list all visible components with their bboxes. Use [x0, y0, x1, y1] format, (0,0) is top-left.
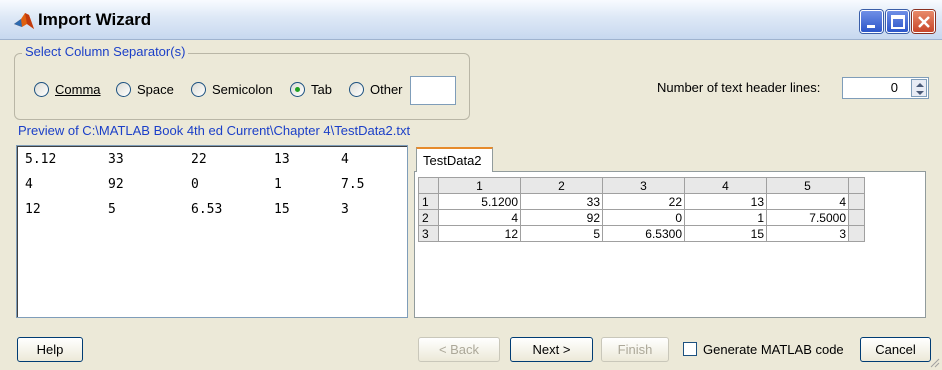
other-separator-input[interactable] — [410, 76, 456, 105]
preview-cell: 6.53 — [191, 202, 223, 217]
maximize-icon — [891, 15, 905, 29]
resize-grip-icon[interactable] — [928, 356, 940, 368]
table-corner — [418, 177, 439, 194]
next-button[interactable]: Next > — [510, 337, 593, 362]
preview-cell: 7.5 — [341, 177, 365, 192]
row-filler — [848, 193, 865, 210]
matlab-logo-icon — [14, 13, 34, 29]
table-cell[interactable]: 0 — [602, 209, 685, 226]
table-cell[interactable]: 4 — [438, 209, 521, 226]
generate-code-checkbox[interactable]: Generate MATLAB code — [683, 340, 844, 358]
radio-tab-label: Tab — [311, 81, 332, 97]
column-header[interactable]: 4 — [684, 177, 767, 194]
header-lines-label: Number of text header lines: — [657, 80, 821, 95]
checkbox-icon — [683, 342, 697, 356]
radio-other-label: Other — [370, 81, 403, 97]
close-button[interactable] — [912, 10, 935, 33]
table-cell[interactable]: 12 — [438, 225, 521, 242]
help-button[interactable]: Help — [17, 337, 83, 362]
finish-button[interactable]: Finish — [601, 337, 669, 362]
tab-testdata2[interactable]: TestData2 — [416, 147, 493, 172]
table-cell[interactable]: 15 — [684, 225, 767, 242]
table-cell[interactable]: 22 — [602, 193, 685, 210]
table-cell[interactable]: 33 — [520, 193, 603, 210]
row-filler — [848, 225, 865, 242]
preview-cell: 0 — [191, 177, 199, 192]
preview-cell: 5 — [108, 202, 116, 217]
column-header[interactable]: 2 — [520, 177, 603, 194]
maximize-button[interactable] — [886, 10, 909, 33]
radio-comma-label: Comma — [55, 81, 101, 97]
window-title: Import Wizard — [38, 10, 152, 29]
import-wizard-window: Import Wizard Select Column Separator(s)… — [0, 0, 942, 370]
preview-cell: 4 — [341, 152, 349, 167]
spinner-arrows-icon — [916, 83, 924, 95]
generate-code-label: Generate MATLAB code — [703, 341, 844, 357]
preview-cell: 13 — [274, 152, 290, 167]
table-row: 2 4 92 0 1 7.5000 — [418, 209, 865, 226]
row-header[interactable]: 3 — [418, 225, 439, 242]
separator-group-legend: Select Column Separator(s) — [22, 44, 189, 59]
row-header[interactable]: 2 — [418, 209, 439, 226]
table-cell[interactable]: 3 — [766, 225, 849, 242]
radio-space[interactable]: Space — [116, 79, 174, 99]
preview-cell: 4 — [25, 177, 33, 192]
spinner-arrows[interactable] — [911, 79, 927, 97]
cancel-button[interactable]: Cancel — [860, 337, 931, 362]
preview-cell: 5.12 — [25, 152, 57, 167]
preview-cell: 92 — [108, 177, 124, 192]
radio-comma[interactable]: Comma — [34, 79, 101, 99]
radio-other[interactable]: Other — [349, 79, 403, 99]
row-header[interactable]: 1 — [418, 193, 439, 210]
minimize-button[interactable] — [860, 10, 883, 33]
row-filler — [848, 209, 865, 226]
radio-selected-icon — [290, 81, 305, 97]
radio-circle-icon — [349, 81, 364, 97]
table-cell[interactable]: 13 — [684, 193, 767, 210]
radio-tab[interactable]: Tab — [290, 79, 332, 99]
preview-cell: 3 — [341, 202, 349, 217]
table-cell[interactable]: 7.5000 — [766, 209, 849, 226]
data-table[interactable]: 1 2 3 4 5 1 5.1200 33 22 13 4 2 4 92 0 1… — [418, 177, 865, 242]
table-cell[interactable]: 92 — [520, 209, 603, 226]
preview-cell: 33 — [108, 152, 124, 167]
minimize-icon — [867, 25, 875, 28]
table-cell[interactable]: 1 — [684, 209, 767, 226]
table-cell[interactable]: 6.5300 — [602, 225, 685, 242]
preview-cell: 15 — [274, 202, 290, 217]
table-row: 3 12 5 6.5300 15 3 — [418, 225, 865, 242]
radio-semicolon[interactable]: Semicolon — [191, 79, 273, 99]
table-header-row: 1 2 3 4 5 — [418, 177, 865, 194]
radio-semicolon-label: Semicolon — [212, 81, 273, 97]
header-lines-spinner[interactable]: 0 — [842, 77, 929, 99]
table-cell[interactable]: 5 — [520, 225, 603, 242]
header-lines-value: 0 — [890, 80, 898, 95]
radio-circle-icon — [191, 81, 206, 97]
column-header[interactable]: 5 — [766, 177, 849, 194]
preview-cell: 1 — [274, 177, 282, 192]
title-bar[interactable]: Import Wizard — [0, 0, 942, 40]
back-button[interactable]: < Back — [418, 337, 500, 362]
preview-cell: 22 — [191, 152, 207, 167]
header-filler — [848, 177, 865, 194]
radio-space-label: Space — [137, 81, 174, 97]
radio-circle-icon — [34, 81, 49, 97]
preview-cell: 12 — [25, 202, 41, 217]
column-header[interactable]: 3 — [602, 177, 685, 194]
column-header[interactable]: 1 — [438, 177, 521, 194]
table-cell[interactable]: 4 — [766, 193, 849, 210]
table-cell[interactable]: 5.1200 — [438, 193, 521, 210]
preview-path-label: Preview of C:\MATLAB Book 4th ed Current… — [18, 123, 411, 138]
preview-text-area[interactable]: 5.12 33 22 13 4 4 92 0 1 7.5 12 5 6.53 1… — [16, 145, 408, 318]
radio-circle-icon — [116, 81, 131, 97]
table-row: 1 5.1200 33 22 13 4 — [418, 193, 865, 210]
close-icon — [918, 16, 930, 28]
